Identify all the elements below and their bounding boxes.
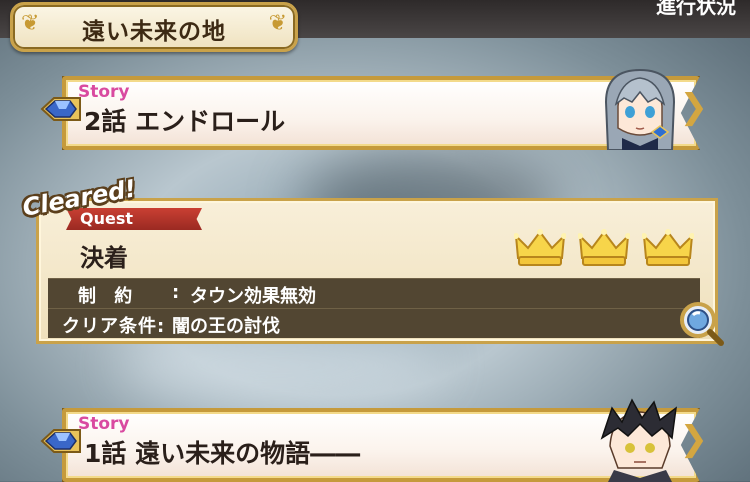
crown-rating [514,228,694,268]
area-title: 遠い未来の地 [82,19,226,45]
area-title-banner: ❦ 遠い未来の地 ❦ [10,2,298,52]
silver-hair-girl-portrait-icon [604,68,676,150]
story-title: 2話 エンドロール [84,107,286,136]
restriction-label: 制 約 [78,286,139,307]
progress-label[interactable]: 進行状況 [656,0,736,19]
clear-condition-row: クリア条件: 闇の王の討伐 [48,308,700,338]
quest-title: 決着 [80,244,128,272]
dark-hair-boy-portrait-icon [600,398,677,482]
quest-card[interactable]: Cleared! Quest 決着 制 約 : タウン効果無効 クリア条件: 闇… [20,174,724,346]
restriction-value: タウン効果無効 [190,286,316,307]
story-episode-1[interactable]: Story 1話 遠い未来の物語―― ❯ [40,398,708,482]
crown-icon [578,229,630,266]
story-title: 1話 遠い未来の物語―― [84,439,361,468]
quest-tag: Quest [66,208,202,230]
restriction-row: 制 約 : タウン効果無効 [48,278,700,308]
story-episode-2[interactable]: Story 2話 エンドロール ❯ [40,68,708,150]
story-tag: Story [78,82,130,102]
clear-condition-value: 闇の王の討伐 [172,316,280,337]
clear-condition-label: クリア条件: [62,316,166,337]
story-tag: Story [78,414,130,434]
crown-icon [642,229,694,266]
restriction-colon: : [172,282,180,303]
ornament-right-icon: ❦ [268,11,287,36]
crown-icon [514,229,566,266]
magnifier-icon[interactable] [678,300,724,346]
